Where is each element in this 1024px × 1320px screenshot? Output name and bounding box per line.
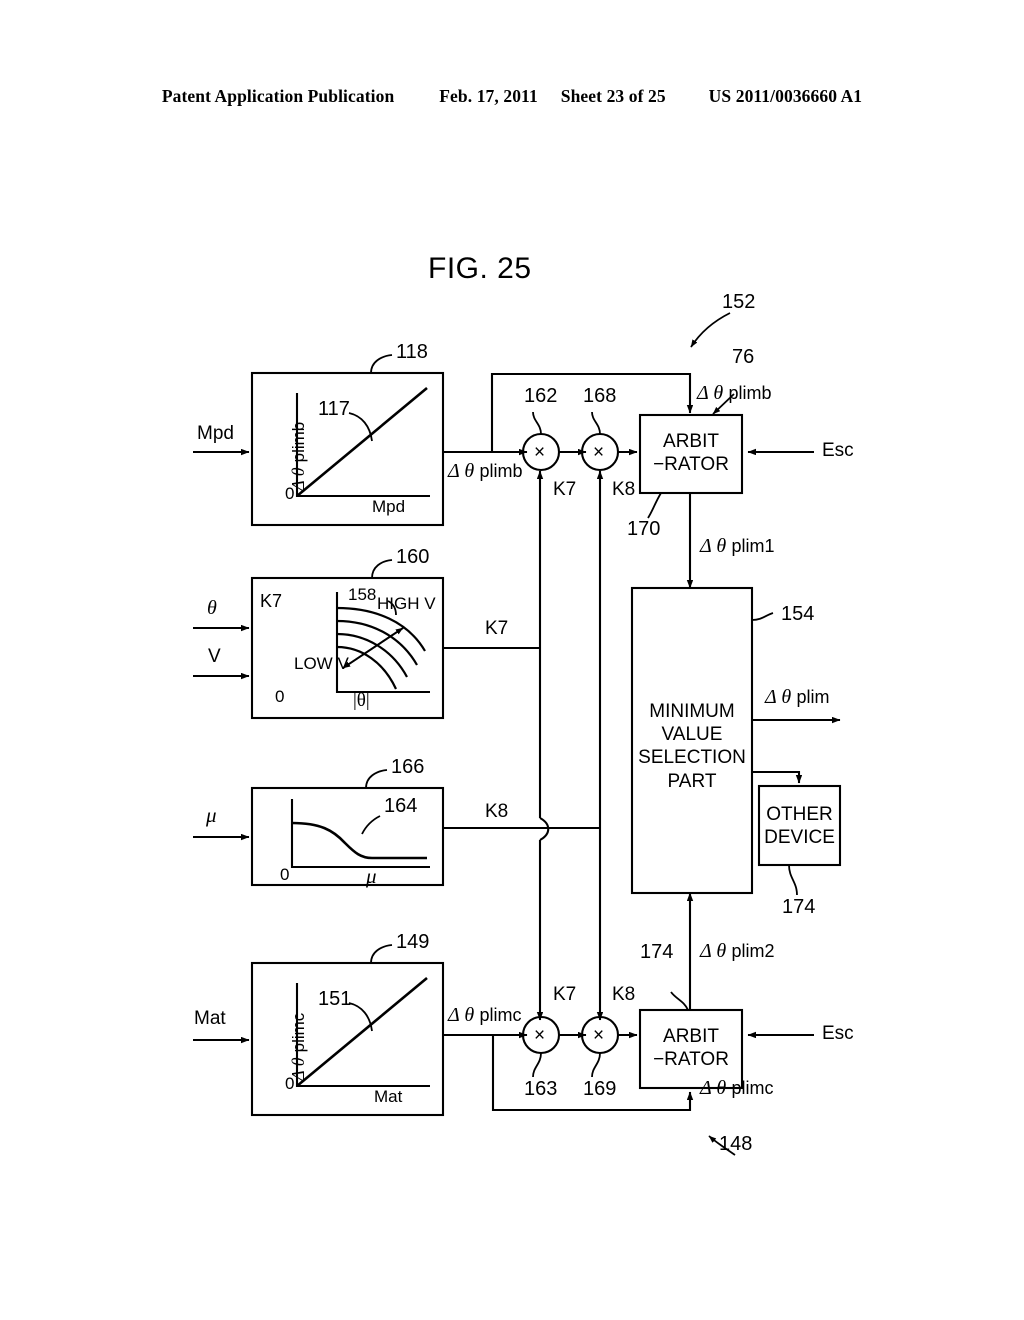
leader-166: [365, 769, 388, 789]
ref-numeral-169: 169: [583, 1078, 617, 1100]
multiplier-168-glyph: ×: [593, 442, 605, 463]
leader-118: [370, 354, 393, 374]
min-selection-line4: PART: [667, 770, 717, 792]
ref-numeral-166: 166: [391, 756, 425, 778]
block-149-x-axis-label: Mat: [374, 1087, 403, 1106]
signal-label-k8-mid: K8: [485, 801, 509, 822]
block-149-outline: [250, 961, 445, 1117]
leader-169: [591, 1052, 601, 1078]
ref-numeral-118: 118: [396, 341, 428, 363]
min-selection-line3: SELECTION: [638, 747, 746, 769]
min-selection-label: MINIMUM VALUE SELECTION PART: [632, 700, 752, 793]
signal-label-plim: Δ θ plim: [765, 686, 830, 708]
multiplier-163-glyph: ×: [534, 1025, 546, 1046]
ref-numeral-164: 164: [384, 795, 418, 817]
block-166-origin: 0: [280, 865, 290, 884]
leader-154: [751, 612, 774, 621]
signal-label-plimb-out: Δ θ plimb: [448, 460, 523, 482]
arbitrator-174-label: ARBIT −RATOR: [640, 1025, 742, 1071]
block-160-curve-1: [336, 606, 426, 652]
block-160-origin: 0: [275, 687, 285, 706]
signal-label-k8-bottom: K8: [612, 984, 636, 1005]
ref-numeral-76: 76: [732, 346, 755, 368]
block-166-x-axis-label: μ: [366, 864, 377, 888]
multiplier-162-glyph: ×: [534, 442, 546, 463]
signal-label-k7-bottom: K7: [553, 984, 577, 1005]
ref-numeral-117: 117: [318, 398, 350, 420]
input-label-mpd: Mpd: [197, 423, 234, 444]
ref-numeral-158: 158: [348, 585, 377, 604]
arbitrator-170-line1: ARBIT: [663, 431, 719, 452]
ref-numeral-168: 168: [583, 385, 617, 407]
other-device-line1: OTHER: [766, 804, 833, 825]
leader-170: [647, 492, 662, 519]
input-label-v: V: [208, 646, 221, 667]
ref-numeral-163: 163: [524, 1078, 558, 1100]
other-device-line2: DEVICE: [764, 827, 835, 849]
block-160-x-axis-label: |θ|: [353, 690, 370, 711]
leader-149: [370, 944, 393, 964]
leader-174-arbitrator: [670, 991, 689, 1011]
multiplier-169-glyph: ×: [593, 1025, 605, 1046]
arbitrator-170-line2: −RATOR: [653, 454, 729, 476]
block-149-y-axis-label: Δ θ plimc: [288, 1012, 308, 1081]
signal-label-plimc-out: Δ θ plimc: [448, 1004, 522, 1026]
ref-numeral-170: 170: [627, 518, 661, 540]
input-label-mu: μ: [206, 803, 217, 827]
leader-164: [361, 815, 381, 835]
signal-label-plimb-feedback: Δ θ plimb: [697, 382, 772, 404]
block-118-curve-117: [296, 387, 428, 497]
block-118-y-axis-label: Δ θ plimb: [288, 421, 308, 491]
leader-162: [532, 411, 542, 435]
block-166-curve-164: [291, 821, 427, 860]
signal-label-k8-top: K8: [612, 479, 636, 500]
ref-numeral-other-device-174: 174: [782, 896, 816, 918]
diagram-canvas: [193, 312, 842, 1156]
arbitrator-174-line2: −RATOR: [653, 1049, 729, 1071]
block-118-origin: 0: [285, 484, 295, 503]
ref-numeral-151: 151: [318, 988, 352, 1010]
signal-label-plimc-feedback: Δ θ plimc: [700, 1077, 774, 1099]
block-149-origin: 0: [285, 1074, 295, 1093]
leader-160: [371, 559, 393, 579]
block-149-curve-151: [296, 977, 428, 1087]
leader-other-device-174: [788, 864, 798, 896]
min-selection-line2: VALUE: [661, 724, 723, 746]
block-118-x-axis-label: Mpd: [372, 497, 406, 516]
ref-numeral-152: 152: [722, 291, 756, 313]
other-device-label: OTHER DEVICE: [759, 803, 840, 849]
input-label-esc-top: Esc: [822, 440, 854, 461]
block-160-high-v-label: HIGH V: [377, 594, 436, 613]
arbitrator-170-label: ARBIT −RATOR: [640, 430, 742, 476]
arbitrator-174-line1: ARBIT: [663, 1026, 719, 1047]
leader-163: [532, 1052, 542, 1078]
block-118-outline: [250, 371, 445, 527]
signal-label-plim2: Δ θ plim2: [700, 940, 775, 962]
signal-label-plim1: Δ θ plim1: [700, 535, 775, 557]
wire-min-to-other-device: [752, 770, 803, 784]
ref-numeral-148: 148: [719, 1133, 753, 1155]
input-label-theta: θ: [207, 597, 217, 619]
input-label-mat: Mat: [194, 1008, 226, 1029]
min-selection-line1: MINIMUM: [649, 701, 735, 722]
block-160-gain-label: K7: [260, 591, 283, 611]
block-160-low-v-label: LOW V: [294, 654, 349, 673]
signal-label-k7-mid: K7: [485, 618, 509, 639]
ref-numeral-154: 154: [781, 603, 815, 625]
signal-label-k7-top: K7: [553, 479, 577, 500]
ref-numeral-174-arbitrator: 174: [640, 941, 674, 963]
input-label-esc-bottom: Esc: [822, 1023, 854, 1044]
leader-152: [690, 312, 731, 348]
leader-168: [591, 411, 601, 435]
ref-numeral-162: 162: [524, 385, 558, 407]
ref-numeral-149: 149: [396, 931, 430, 953]
ref-numeral-160: 160: [396, 546, 430, 568]
figure-page: Patent Application Publication Feb. 17, …: [0, 0, 1024, 1320]
